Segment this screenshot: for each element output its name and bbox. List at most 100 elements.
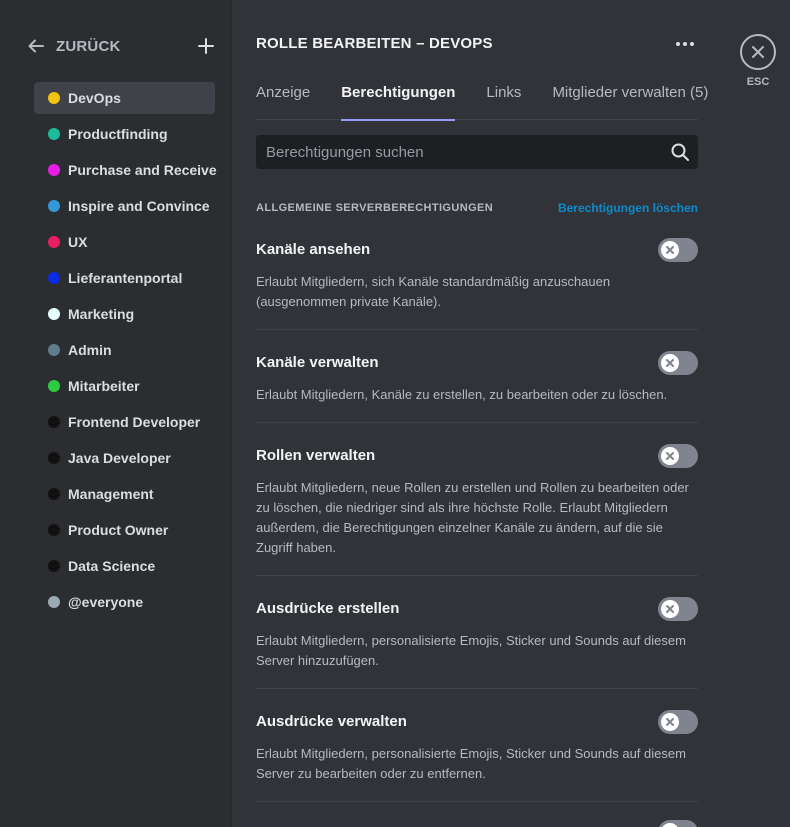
role-label: Inspire and Convince [68, 198, 210, 214]
add-role-icon[interactable] [196, 36, 216, 56]
permission-description: Erlaubt Mitgliedern, Kanäle zu erstellen… [256, 387, 668, 402]
permission-name: Ausdrücke erstellen [256, 600, 400, 617]
role-item[interactable]: @everyone [34, 586, 215, 618]
permission-toggle[interactable] [658, 710, 698, 734]
section-header: ALLGEMEINE SERVERBERECHTIGUNGEN Berechti… [256, 201, 698, 218]
role-color-dot [48, 488, 60, 500]
role-color-dot [48, 272, 60, 284]
role-label: DevOps [68, 90, 121, 106]
role-color-dot [48, 344, 60, 356]
role-item[interactable]: Productfinding [34, 118, 215, 150]
toggle-knob [661, 354, 679, 372]
more-options-icon[interactable] [674, 34, 696, 54]
role-edit-panel: ROLLE BEARBEITEN – DEVOPS Anzeige Berech… [256, 0, 708, 827]
role-color-dot [48, 200, 60, 212]
back-label: ZURÜCK [56, 37, 121, 55]
permission-toggle[interactable] [658, 351, 698, 375]
close-icon [666, 359, 674, 367]
role-label: Mitarbeiter [68, 378, 140, 394]
tab-permissions[interactable]: Berechtigungen [341, 72, 456, 121]
back-button[interactable]: ZURÜCK [26, 34, 216, 58]
close-button[interactable] [740, 34, 776, 70]
arrow-left-icon [28, 39, 44, 53]
role-item[interactable]: Mitarbeiter [34, 370, 215, 402]
divider [256, 329, 698, 330]
close-icon [666, 452, 674, 460]
permission-name: Ausdrücke verwalten [256, 713, 407, 730]
permission-description: Erlaubt Mitgliedern, personalisierte Emo… [256, 746, 686, 781]
role-item[interactable]: Admin [34, 334, 215, 366]
toggle-knob [661, 823, 679, 827]
role-label: Java Developer [68, 450, 171, 466]
role-label: Management [68, 486, 154, 502]
permission-name: Rollen verwalten [256, 447, 376, 464]
permission-toggle[interactable] [658, 238, 698, 262]
toggle-knob [661, 713, 679, 731]
permission-toggle[interactable] [658, 597, 698, 621]
role-item[interactable]: Frontend Developer [34, 406, 215, 438]
role-label: @everyone [68, 594, 144, 610]
search-input[interactable] [256, 135, 666, 169]
role-label: Productfinding [68, 126, 168, 142]
section-title: ALLGEMEINE SERVERBERECHTIGUNGEN [256, 202, 494, 214]
role-label: Data Science [68, 558, 156, 574]
role-color-dot [48, 452, 60, 464]
divider [256, 688, 698, 689]
toggle-knob [661, 241, 679, 259]
close-icon [666, 718, 674, 726]
role-list: DevOps Productfinding Purchase and Recei… [34, 82, 217, 622]
role-item[interactable]: DevOps [34, 82, 215, 114]
role-item[interactable]: Lieferantenportal [34, 262, 215, 294]
search-icon [671, 143, 689, 161]
tab-bar: Anzeige Berechtigungen Links Mitglieder … [256, 72, 708, 121]
divider [256, 801, 698, 802]
role-item[interactable]: Data Science [34, 550, 215, 582]
page-title: ROLLE BEARBEITEN – DEVOPS [256, 35, 493, 52]
close-icon [666, 246, 674, 254]
role-color-dot [48, 416, 60, 428]
tab-manage-members[interactable]: Mitglieder verwalten (5) [552, 72, 708, 120]
divider [256, 575, 698, 576]
role-color-dot [48, 560, 60, 572]
role-item[interactable]: Purchase and Receive [34, 154, 217, 186]
role-label: Lieferantenportal [68, 270, 183, 286]
role-label: Product Owner [68, 522, 169, 538]
role-color-dot [48, 128, 60, 140]
permission-search [256, 135, 698, 169]
toggle-knob [661, 600, 679, 618]
role-item[interactable]: Marketing [34, 298, 215, 330]
clear-permissions-link[interactable]: Berechtigungen löschen [558, 201, 698, 215]
toggle-knob [661, 447, 679, 465]
role-item[interactable]: Product Owner [34, 514, 215, 546]
divider [256, 422, 698, 423]
role-item[interactable]: Management [34, 478, 215, 510]
permission-name: Kanäle verwalten [256, 354, 379, 371]
role-label: Marketing [68, 306, 135, 322]
role-color-dot [48, 524, 60, 536]
permission-toggle[interactable] [658, 820, 698, 827]
role-color-dot [48, 164, 60, 176]
role-color-dot [48, 308, 60, 320]
role-label: Purchase and Receive [68, 162, 217, 178]
role-color-dot [48, 236, 60, 248]
role-sidebar: ZURÜCK DevOps Productfinding Purchase an… [0, 0, 232, 827]
tab-display[interactable]: Anzeige [256, 72, 310, 120]
close-icon [752, 46, 764, 58]
role-item[interactable]: Inspire and Convince [34, 190, 215, 222]
role-label: Admin [68, 342, 112, 358]
permission-name: Kanäle ansehen [256, 241, 371, 258]
permission-description: Erlaubt Mitgliedern, neue Rollen zu erst… [256, 480, 689, 555]
esc-label: ESC [746, 76, 770, 88]
role-item[interactable]: UX [34, 226, 215, 258]
permission-description: Erlaubt Mitgliedern, personalisierte Emo… [256, 633, 686, 668]
role-item[interactable]: Java Developer [34, 442, 215, 474]
role-label: UX [68, 234, 88, 250]
role-color-dot [48, 92, 60, 104]
role-color-dot [48, 596, 60, 608]
role-color-dot [48, 380, 60, 392]
tab-links[interactable]: Links [486, 72, 521, 120]
permission-toggle[interactable] [658, 444, 698, 468]
close-icon [666, 605, 674, 613]
close-area: ESC [740, 34, 776, 88]
permission-description: Erlaubt Mitgliedern, sich Kanäle standar… [256, 274, 611, 309]
